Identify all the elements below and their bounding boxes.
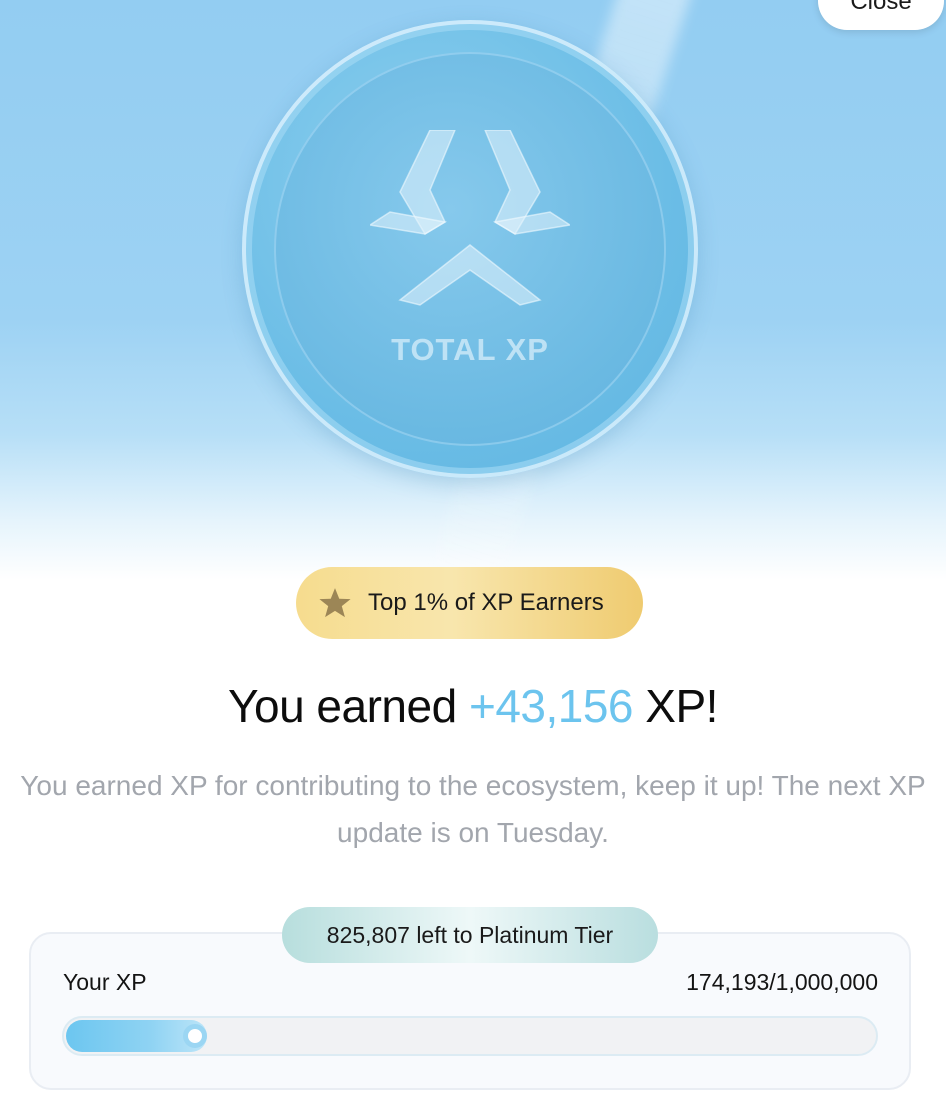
coin-label: TOTAL XP <box>391 332 549 367</box>
top-earners-badge: Top 1% of XP Earners <box>296 567 643 639</box>
hero-banner: TOTAL XP Close <box>0 0 946 580</box>
xp-coin: TOTAL XP <box>242 20 698 478</box>
badge-text: Top 1% of XP Earners <box>368 589 604 616</box>
tier-remaining-pill: 825,807 left to Platinum Tier <box>282 907 658 963</box>
xp-progress-thumb <box>182 1024 207 1048</box>
earned-description: You earned XP for contributing to the ec… <box>0 762 946 856</box>
headline-suffix: XP! <box>633 680 718 732</box>
star-icon <box>319 588 351 618</box>
close-button[interactable]: Close <box>818 0 944 30</box>
headline-prefix: You earned <box>228 680 469 732</box>
earned-headline: You earned +43,156 XP! <box>0 679 946 733</box>
xp-logo-icon <box>370 130 570 306</box>
description-text: You earned XP for contributing to the ec… <box>20 770 926 848</box>
xp-progress-track <box>62 1016 878 1056</box>
your-xp-label: Your XP <box>63 969 147 995</box>
xp-value: 174,193/1,000,000 <box>686 969 878 995</box>
earned-amount: +43,156 <box>468 680 634 732</box>
